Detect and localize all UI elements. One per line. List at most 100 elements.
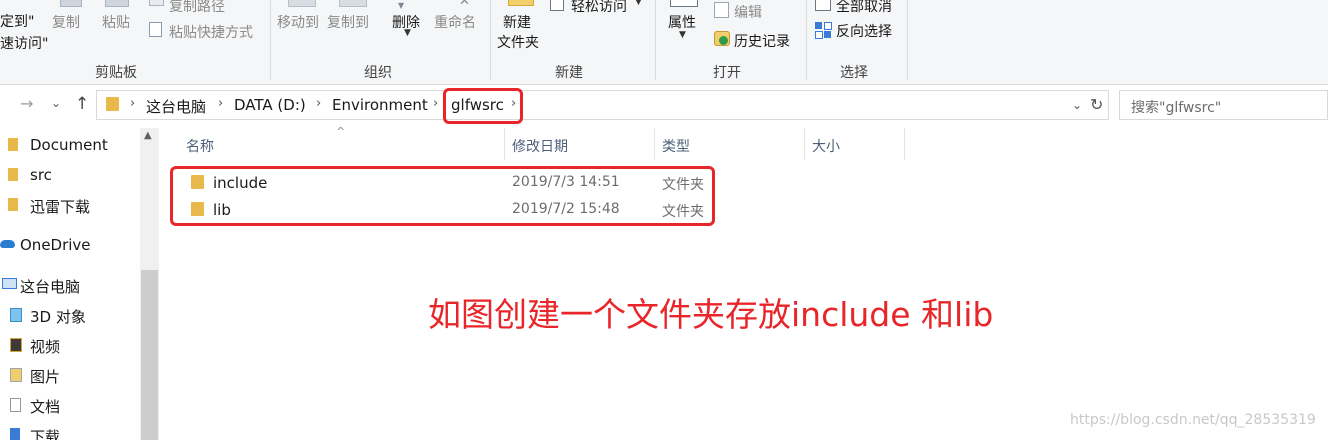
group-separator [270, 0, 271, 80]
highlight-box-folder-name [443, 88, 523, 124]
edit-icon [714, 2, 729, 18]
select-none-button[interactable]: 全部取消 [836, 0, 892, 16]
rename-button[interactable]: 重命名 [434, 12, 476, 32]
column-header-modified[interactable]: 修改日期 [512, 136, 568, 156]
move-to-icon [288, 0, 316, 7]
new-group-label: 新建 [555, 65, 583, 81]
refresh-icon[interactable]: ↻ [1090, 95, 1103, 114]
column-header-name[interactable]: 名称 [186, 136, 214, 156]
group-separator [806, 0, 807, 80]
document-icon [10, 398, 21, 412]
cube-icon [10, 308, 22, 322]
folder-icon [8, 138, 18, 151]
highlight-box-files [170, 166, 715, 226]
nav-scrollbar-thumb[interactable] [141, 270, 158, 440]
column-header-size[interactable]: 大小 [812, 136, 840, 156]
group-separator [490, 0, 491, 80]
nav-item-videos[interactable]: 视频 [0, 334, 130, 356]
ribbon: 定到" 速访问" 复制 粘贴 复制路径 粘贴快捷方式 剪贴板 移动到 复制到 ▾… [0, 0, 1328, 85]
paste-shortcut-icon [149, 22, 162, 37]
easy-access-button[interactable]: 轻松访问 [571, 0, 627, 16]
folder-icon [106, 97, 119, 111]
copy-to-button[interactable]: 复制到 [327, 12, 369, 32]
nav-item-document[interactable]: Document [0, 134, 130, 156]
nav-item-downloads[interactable]: 下载 [0, 424, 130, 440]
history-badge-icon [719, 36, 728, 45]
column-divider[interactable] [504, 128, 505, 160]
nav-item-label: 视频 [30, 338, 61, 356]
new-folder-button[interactable]: 新建 [503, 12, 531, 32]
nav-item-label: 下载 [30, 428, 61, 440]
breadcrumb-data-drive[interactable]: DATA (D:) [234, 96, 306, 114]
open-group-label: 打开 [713, 65, 741, 81]
nav-item-label: OneDrive [20, 236, 91, 254]
breadcrumb-chevron[interactable]: › [433, 96, 438, 111]
sort-ascending-icon: ^ [336, 125, 346, 138]
pin-quick-access-label-2: 速访问" [0, 36, 49, 52]
history-button[interactable]: 历史记录 [734, 31, 790, 51]
delete-dropdown-icon[interactable]: ▼ [404, 28, 411, 38]
nav-item-this-pc[interactable]: 这台电脑 [0, 274, 130, 296]
nav-item-label: 迅雷下载 [30, 198, 91, 216]
folder-icon [8, 198, 18, 211]
properties-button[interactable]: 属性 [668, 12, 696, 32]
cloud-icon [0, 240, 15, 248]
breadcrumb-chevron[interactable]: › [130, 96, 135, 111]
picture-icon [10, 368, 22, 382]
copy-button[interactable]: 复制 [52, 12, 80, 32]
easy-access-dropdown-icon[interactable]: ▼ [635, 0, 642, 7]
move-to-button[interactable]: 移动到 [277, 12, 319, 32]
download-icon [10, 428, 20, 440]
column-header-type[interactable]: 类型 [662, 136, 690, 156]
breadcrumb-this-pc[interactable]: 这台电脑 [146, 96, 206, 117]
invert-selection-icon [815, 22, 822, 29]
nav-item-label: 文档 [30, 398, 61, 416]
breadcrumb-chevron[interactable]: › [316, 96, 321, 111]
clipboard-group-label: 剪贴板 [95, 65, 137, 81]
rename-icon: ✕ [459, 0, 470, 9]
breadcrumb-environment[interactable]: Environment [332, 96, 428, 114]
folder-icon [8, 168, 18, 181]
column-divider[interactable] [904, 128, 905, 160]
copy-to-icon [339, 0, 367, 7]
delete-icon: ▾ [398, 0, 405, 12]
nav-item-documents[interactable]: 文档 [0, 394, 130, 416]
group-separator [907, 0, 908, 80]
properties-dropdown-icon[interactable]: ▼ [679, 30, 686, 40]
nav-item-xunlei-downloads[interactable]: 迅雷下载 [0, 194, 130, 216]
nav-item-pictures[interactable]: 图片 [0, 364, 130, 386]
copy-path-button[interactable]: 复制路径 [169, 0, 225, 16]
paste-shortcut-button[interactable]: 粘贴快捷方式 [169, 22, 253, 42]
group-separator [655, 0, 656, 80]
invert-selection-icon-part [824, 22, 832, 30]
breadcrumb-chevron[interactable]: › [218, 96, 223, 111]
nav-item-label: 这台电脑 [20, 278, 81, 296]
edit-button[interactable]: 编辑 [734, 2, 762, 22]
invert-selection-icon-part [815, 31, 823, 39]
nav-item-src[interactable]: src [0, 164, 130, 186]
organize-group-label: 组织 [364, 65, 392, 81]
invert-selection-button[interactable]: 反向选择 [836, 21, 892, 41]
nav-item-3d-objects[interactable]: 3D 对象 [0, 304, 130, 326]
pin-quick-access-button[interactable]: 定到" [0, 11, 34, 31]
film-icon [10, 338, 22, 352]
computer-icon [2, 278, 17, 289]
select-group-label: 选择 [840, 65, 868, 81]
nav-item-onedrive[interactable]: OneDrive [0, 234, 130, 256]
nav-item-label: src [30, 166, 52, 184]
watermark: https://blog.csdn.net/qq_28535319 [1070, 412, 1316, 428]
column-divider[interactable] [804, 128, 805, 160]
up-button[interactable]: ↑ [75, 94, 89, 114]
forward-button[interactable]: → [20, 94, 33, 113]
scroll-up-icon[interactable]: ▲ [144, 130, 152, 141]
paste-button[interactable]: 粘贴 [102, 12, 130, 32]
select-none-icon [815, 0, 831, 11]
search-input[interactable]: 搜索"glfwsrc" [1131, 97, 1221, 117]
address-history-dropdown[interactable]: ⌄ [1072, 98, 1082, 112]
column-divider[interactable] [654, 128, 655, 160]
easy-access-icon [550, 0, 564, 11]
new-folder-icon [508, 0, 534, 6]
invert-selection-icon-part [824, 31, 831, 38]
recent-locations-dropdown[interactable]: ⌄ [51, 96, 61, 110]
nav-item-label: 图片 [30, 368, 61, 386]
